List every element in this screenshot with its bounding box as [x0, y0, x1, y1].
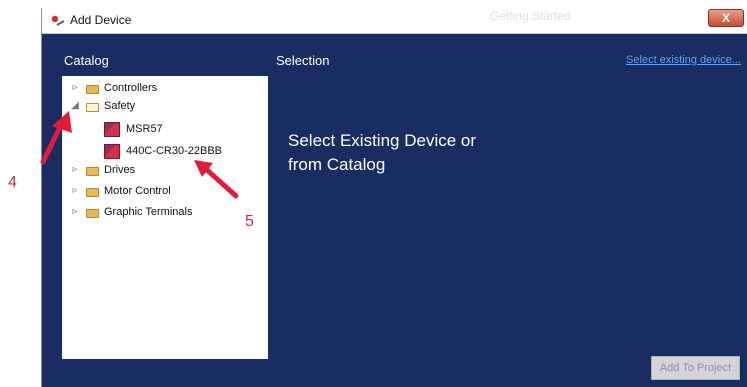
- folder-icon: [86, 85, 99, 94]
- close-button[interactable]: X: [708, 9, 744, 27]
- tree-item-label: MSR57: [126, 123, 163, 135]
- expand-arrow-icon[interactable]: ▹: [70, 82, 80, 93]
- tree-item-label: Safety: [104, 100, 136, 112]
- message-line-1: Select Existing Device or: [288, 131, 477, 150]
- catalog-heading: Catalog: [64, 53, 109, 68]
- tree-item-440c-cr30-22bbb[interactable]: 440C-CR30-22BBB: [86, 143, 256, 161]
- app-icon: [51, 15, 65, 26]
- folder-icon: [86, 188, 99, 197]
- tree-item-msr57[interactable]: MSR57: [86, 121, 256, 139]
- callout-number-center: 5: [245, 213, 254, 230]
- folder-icon: [86, 209, 99, 218]
- selection-placeholder-message: Select Existing Device or from Catalog: [288, 129, 518, 177]
- safety-device-icon: [104, 122, 120, 137]
- tree-item-drives[interactable]: ▹ Drives: [70, 162, 260, 180]
- expand-arrow-icon[interactable]: ▹: [70, 206, 80, 217]
- tree-item-label: Controllers: [104, 82, 158, 94]
- tree-item-label: Graphic Terminals: [104, 206, 193, 218]
- tree-item-controllers[interactable]: ▹ Controllers: [70, 80, 260, 98]
- add-to-project-button[interactable]: Add To Project: [651, 356, 740, 380]
- callout-number-left: 4: [8, 174, 17, 191]
- catalog-tree: ▹ Controllers ◢ Safety MSR57 440C-CR30-2…: [62, 76, 268, 359]
- tree-item-label: 440C-CR30-22BBB: [126, 145, 222, 157]
- select-existing-device-link[interactable]: Select existing device...: [626, 54, 741, 66]
- expand-arrow-icon[interactable]: ▹: [70, 185, 80, 196]
- message-line-2: from Catalog: [288, 155, 386, 174]
- expand-arrow-icon[interactable]: ▹: [70, 164, 80, 175]
- tree-item-safety[interactable]: ◢ Safety: [70, 98, 260, 116]
- title-bar: Add Device Getting Started X: [42, 8, 747, 34]
- background-window-title: Getting Started: [490, 9, 571, 23]
- folder-icon: [86, 167, 99, 176]
- tree-item-graphic-terminals[interactable]: ▹ Graphic Terminals: [70, 204, 260, 222]
- screenshot-root: Add Device Getting Started X Catalog Sel…: [0, 0, 747, 387]
- tree-item-motor-control[interactable]: ▹ Motor Control: [70, 183, 260, 201]
- open-folder-icon: [86, 103, 99, 112]
- tree-item-label: Motor Control: [104, 185, 171, 197]
- tree-item-label: Drives: [104, 164, 136, 176]
- safety-device-icon: [104, 144, 120, 159]
- collapse-arrow-icon[interactable]: ◢: [70, 100, 80, 111]
- window-title: Add Device: [70, 13, 132, 27]
- selection-heading: Selection: [276, 53, 330, 68]
- add-device-dialog: Add Device Getting Started X Catalog Sel…: [41, 8, 747, 387]
